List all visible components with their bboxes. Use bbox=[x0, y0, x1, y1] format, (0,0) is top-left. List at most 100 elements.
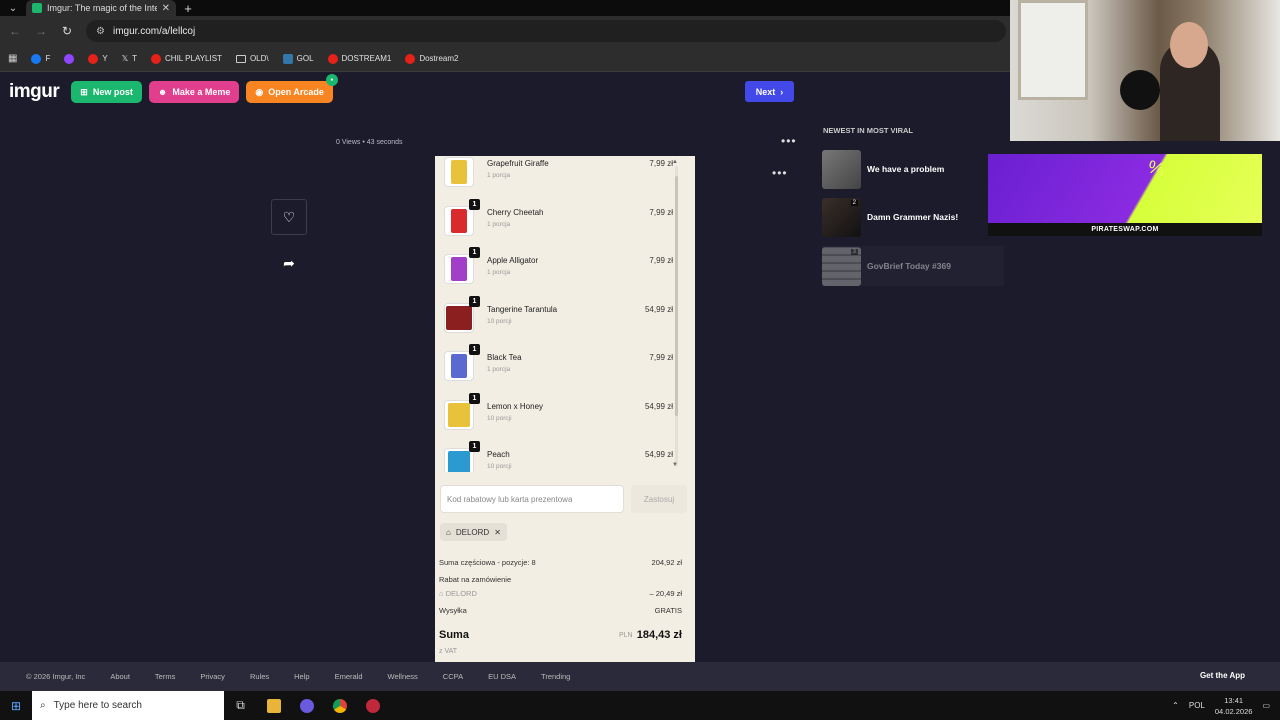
bookmark-twitch[interactable] bbox=[64, 53, 75, 64]
browser-tab[interactable]: Imgur: The magic of the Interne ✕ bbox=[26, 0, 176, 16]
bookmark-t[interactable]: 𝕏T bbox=[122, 54, 137, 63]
product-portion: 1 porcja bbox=[487, 366, 511, 373]
footer-link-trending[interactable]: Trending bbox=[541, 672, 570, 681]
windows-start-icon[interactable]: ⊞ bbox=[0, 691, 32, 720]
notifications-icon[interactable]: ▭ bbox=[1262, 701, 1270, 710]
make-meme-button[interactable]: ☻ Make a Meme bbox=[148, 81, 240, 103]
taskbar-search[interactable]: ⌕ Type here to search bbox=[32, 691, 224, 720]
bookmark-dostream2[interactable]: Dostream2 bbox=[405, 53, 458, 64]
plus-icon: ⊞ bbox=[80, 86, 88, 97]
youtube-icon bbox=[405, 53, 416, 64]
post-thumbnail: 2 bbox=[822, 197, 861, 237]
task-view-icon[interactable]: ⧉ bbox=[224, 691, 257, 720]
quantity-badge: 1 bbox=[469, 247, 480, 258]
gamepad-icon: ◉ bbox=[255, 86, 264, 97]
next-button[interactable]: Next › bbox=[745, 81, 794, 102]
bookmark-old[interactable]: OLD\ bbox=[235, 54, 269, 63]
remove-code-icon: ✕ bbox=[494, 527, 501, 537]
open-arcade-button[interactable]: ◉ Open Arcade ● bbox=[246, 74, 338, 103]
language-indicator[interactable]: POL bbox=[1189, 701, 1205, 710]
sidebar-post[interactable]: 2 Damn Grammer Nazis! bbox=[822, 197, 1004, 237]
footer-link-privacy[interactable]: Privacy bbox=[200, 672, 225, 681]
footer-copyright: © 2026 Imgur, Inc bbox=[26, 672, 86, 681]
image-options-icon[interactable]: ••• bbox=[772, 166, 788, 180]
product-name: Lemon x Honey bbox=[487, 402, 544, 411]
youtube-icon bbox=[151, 53, 162, 64]
imgur-logo[interactable]: imgur bbox=[9, 81, 60, 103]
bookmark-gol[interactable]: GOL bbox=[282, 53, 314, 64]
post-options-icon[interactable]: ••• bbox=[781, 134, 797, 148]
tray-chevron-icon[interactable]: ⌃ bbox=[1172, 701, 1179, 710]
obs-icon[interactable] bbox=[356, 691, 389, 720]
footer-link-about[interactable]: About bbox=[110, 672, 130, 681]
total-value: 184,43 zł bbox=[636, 629, 682, 641]
product-thumbnail bbox=[444, 351, 474, 381]
apps-grid-icon[interactable]: ▦ bbox=[8, 53, 17, 64]
footer-link-help[interactable]: Help bbox=[294, 672, 309, 681]
product-name: Peach bbox=[487, 450, 510, 459]
forward-icon[interactable]: → bbox=[34, 24, 48, 38]
product-portion: 10 porcji bbox=[487, 415, 512, 422]
clock[interactable]: 13:41 04.02.2026 bbox=[1215, 695, 1253, 717]
product-thumbnail bbox=[444, 157, 474, 187]
cart-item: 1 Peach 10 porcji 54,99 zł bbox=[435, 441, 681, 472]
address-bar[interactable]: ⚙ imgur.com/a/lellcoj bbox=[86, 20, 1006, 42]
scroll-down-icon: ▼ bbox=[672, 462, 678, 468]
new-tab-icon[interactable]: + bbox=[176, 1, 200, 16]
cart-list: Grapefruit Giraffe 1 porcja 7,99 zł 1 Ch… bbox=[435, 156, 681, 472]
product-price: 7,99 zł bbox=[649, 159, 673, 168]
quantity-badge: 1 bbox=[469, 344, 480, 355]
product-thumbnail bbox=[444, 400, 474, 430]
footer-link-terms[interactable]: Terms bbox=[155, 672, 175, 681]
share-button[interactable]: ➦ bbox=[271, 255, 307, 272]
footer-link-emerald[interactable]: Emerald bbox=[335, 672, 363, 681]
bookmark-f[interactable]: F bbox=[31, 53, 50, 64]
bookmark-dostream1[interactable]: DOSTREAM1 bbox=[327, 53, 391, 64]
product-price: 54,99 zł bbox=[644, 450, 673, 459]
back-icon[interactable]: ← bbox=[8, 24, 22, 38]
bookmark-chil-playlist[interactable]: CHIL PLAYLIST bbox=[151, 53, 222, 64]
tab-search-icon[interactable]: ⌄ bbox=[0, 0, 26, 16]
product-portion: 10 porcji bbox=[487, 318, 512, 325]
get-the-app-link[interactable]: Get the App bbox=[1200, 671, 1245, 680]
product-thumbnail bbox=[444, 206, 474, 236]
tab-title: Imgur: The magic of the Interne bbox=[47, 3, 157, 13]
site-footer: © 2026 Imgur, Inc About Terms Privacy Ru… bbox=[0, 662, 1280, 691]
address-bar-row: ← → ↻ ⚙ imgur.com/a/lellcoj bbox=[0, 16, 1010, 46]
product-portion: 1 porcja bbox=[487, 269, 511, 276]
product-price: 7,99 zł bbox=[649, 256, 673, 265]
product-price: 54,99 zł bbox=[644, 305, 673, 314]
footer-link-ccpa[interactable]: CCPA bbox=[443, 672, 463, 681]
webcam-window-background bbox=[1018, 0, 1088, 100]
advertisement-banner[interactable]: % PIRATESWAP.COM bbox=[988, 154, 1262, 236]
sidebar-post-title: Damn Grammer Nazis! bbox=[867, 212, 959, 222]
scroll-up-icon: ▲ bbox=[672, 159, 678, 165]
file-explorer-icon[interactable] bbox=[257, 691, 290, 720]
footer-link-wellness[interactable]: Wellness bbox=[388, 672, 418, 681]
tag-icon: ⌂ bbox=[439, 589, 446, 598]
total-label: Suma bbox=[439, 629, 469, 641]
chevron-right-icon: › bbox=[780, 86, 784, 97]
facebook-icon bbox=[31, 53, 42, 64]
sidebar-post[interactable]: We have a problem bbox=[822, 149, 1004, 189]
new-post-button[interactable]: ⊞ New post bbox=[71, 81, 142, 103]
site-info-icon[interactable]: ⚙ bbox=[96, 26, 105, 37]
app-icon[interactable] bbox=[290, 691, 323, 720]
footer-link-rules[interactable]: Rules bbox=[250, 672, 269, 681]
product-price: 7,99 zł bbox=[649, 353, 673, 362]
cart-scrollbar-thumb bbox=[675, 176, 678, 416]
like-button[interactable]: ♡ bbox=[271, 199, 307, 235]
product-name: Cherry Cheetah bbox=[487, 208, 544, 217]
post-meta: 0 Views • 43 seconds bbox=[336, 139, 403, 146]
chrome-icon[interactable] bbox=[323, 691, 356, 720]
browser-tab-bar: ⌄ Imgur: The magic of the Interne ✕ + bbox=[0, 0, 1010, 16]
vat-note: z VAT bbox=[439, 648, 458, 655]
percent-icon: % bbox=[1145, 156, 1167, 180]
reload-icon[interactable]: ↻ bbox=[60, 24, 74, 38]
sidebar-post[interactable]: 3 GovBrief Today #369 bbox=[822, 246, 1004, 286]
product-price: 54,99 zł bbox=[644, 402, 673, 411]
footer-link-eu-dsa[interactable]: EU DSA bbox=[488, 672, 516, 681]
product-name: Apple Alligator bbox=[487, 256, 539, 265]
bookmark-y[interactable]: Y bbox=[88, 53, 108, 64]
close-tab-icon[interactable]: ✕ bbox=[162, 3, 170, 14]
